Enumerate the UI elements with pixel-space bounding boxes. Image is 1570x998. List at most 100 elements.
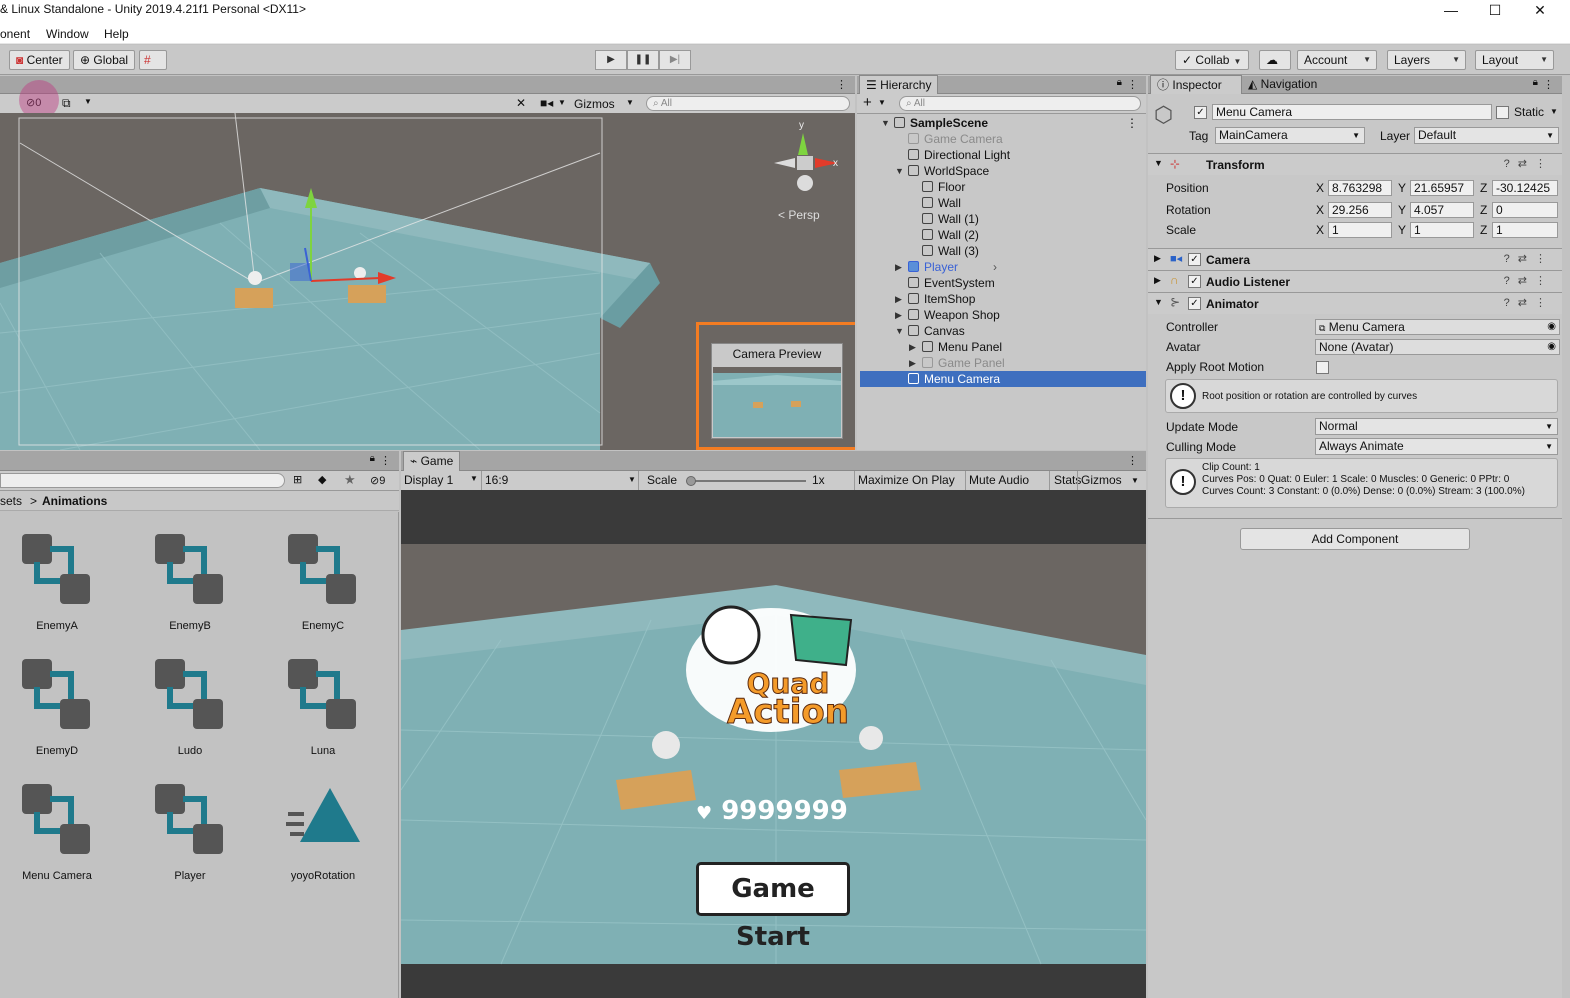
transform-header[interactable]: ▼ ⊹ Transform ?⇄⋮ xyxy=(1148,153,1562,175)
cloud-button[interactable]: ☁ xyxy=(1259,50,1291,70)
chevron-right-icon[interactable]: ▶ xyxy=(909,339,916,355)
type-filter-icon[interactable]: ⊞ xyxy=(293,473,302,486)
layout-dropdown[interactable]: Layout ▼ xyxy=(1475,50,1554,70)
hierarchy-item[interactable]: ▼ WorldSpace xyxy=(860,163,1146,179)
component-header-icons[interactable]: ?⇄⋮ xyxy=(1504,157,1554,170)
object-name-input[interactable]: Menu Camera xyxy=(1212,104,1492,120)
display-dropdown[interactable]: Display 1 ▼ xyxy=(404,473,480,487)
asset-item[interactable]: EnemyB xyxy=(145,532,235,632)
update-mode-dropdown[interactable]: Normal ▼ xyxy=(1315,418,1558,435)
culling-mode-dropdown[interactable]: Always Animate ▼ xyxy=(1315,438,1558,455)
hierarchy-item[interactable]: ▶ ItemShop xyxy=(860,291,1146,307)
menu-help[interactable]: Help xyxy=(104,27,129,41)
hierarchy-item[interactable]: ▼ Canvas xyxy=(860,323,1146,339)
hierarchy-item[interactable]: EventSystem xyxy=(860,275,1146,291)
play-button[interactable]: ▶ xyxy=(595,50,627,70)
collab-button[interactable]: ✓ Collab ▼ xyxy=(1175,50,1249,70)
axis-z-label[interactable]: Z xyxy=(1480,203,1487,217)
axis-z-label[interactable]: Z xyxy=(1480,223,1487,237)
axis-x-label[interactable]: X xyxy=(1316,203,1324,217)
scale-slider-thumb[interactable] xyxy=(686,476,696,486)
lock-icon[interactable]: 🔒︎ xyxy=(1533,77,1538,88)
chevron-down-icon[interactable]: ▼ xyxy=(84,97,92,106)
position-z-input[interactable]: -30.12425 xyxy=(1492,180,1558,196)
layer-dropdown[interactable]: Default ▼ xyxy=(1414,127,1559,144)
rotation-y-input[interactable]: 4.057 xyxy=(1410,202,1474,218)
gizmos-button[interactable]: Gizmos xyxy=(574,97,615,111)
static-checkbox[interactable] xyxy=(1496,106,1509,119)
position-y-input[interactable]: 21.65957 xyxy=(1410,180,1474,196)
controller-field[interactable]: ⧉ Menu Camera ◉ xyxy=(1315,319,1560,335)
hierarchy-item[interactable]: Wall (2) xyxy=(860,227,1146,243)
hierarchy-item[interactable]: Menu Camera xyxy=(860,371,1146,387)
menu-component[interactable]: onent xyxy=(0,27,30,41)
tab-hierarchy[interactable]: ☰ Hierarchy xyxy=(859,75,939,94)
layers-dropdown[interactable]: Layers ▼ xyxy=(1387,50,1466,70)
tab-navigation[interactable]: ◭ Navigation xyxy=(1248,77,1317,91)
pivot-center-button[interactable]: ◙ Center xyxy=(9,50,70,70)
hidden-packages-toggle[interactable]: ⊘9 xyxy=(370,474,385,487)
component-header-icons[interactable]: ?⇄⋮ xyxy=(1504,296,1554,309)
chevron-down-icon[interactable]: ▼ xyxy=(1131,476,1139,485)
axis-y-label[interactable]: Y xyxy=(1398,203,1406,217)
close-button[interactable]: ✕ xyxy=(1517,0,1563,22)
star-icon[interactable]: ★ xyxy=(344,472,356,488)
axis-y-label[interactable]: Y xyxy=(1398,181,1406,195)
tag-dropdown[interactable]: MainCamera ▼ xyxy=(1215,127,1365,144)
tools-icon[interactable]: ✕ xyxy=(516,96,526,110)
animator-enabled-checkbox[interactable]: ✓ xyxy=(1188,297,1201,310)
asset-item[interactable]: EnemyD xyxy=(12,657,102,757)
asset-item[interactable]: Player xyxy=(145,782,235,882)
step-button[interactable]: ▶| xyxy=(659,50,691,70)
chevron-down-icon[interactable]: ▼ xyxy=(895,323,904,339)
scale-y-input[interactable]: 1 xyxy=(1410,222,1474,238)
more-options-icon[interactable]: ⋮ xyxy=(1127,78,1138,91)
more-options-icon[interactable]: ⋮ xyxy=(1126,115,1138,131)
chevron-right-icon[interactable]: ▶ xyxy=(895,259,902,275)
chevron-down-icon[interactable]: ▼ xyxy=(558,98,566,107)
asset-item[interactable]: yoyoRotation xyxy=(278,782,368,882)
asset-item[interactable]: EnemyC xyxy=(278,532,368,632)
project-search-input[interactable] xyxy=(0,473,285,488)
apply-root-motion-checkbox[interactable] xyxy=(1316,361,1329,374)
hierarchy-item[interactable]: Game Camera xyxy=(860,131,1146,147)
position-x-input[interactable]: 8.763298 xyxy=(1328,180,1392,196)
minimize-button[interactable]: — xyxy=(1428,0,1474,22)
camera-header[interactable]: ▶ ■◂ ✓ Camera ?⇄⋮ xyxy=(1148,248,1562,270)
add-icon[interactable]: + xyxy=(863,94,872,111)
chevron-down-icon[interactable]: ▼ xyxy=(895,163,904,179)
avatar-field[interactable]: None (Avatar) ◉ xyxy=(1315,339,1560,355)
chevron-right-icon[interactable]: ▶ xyxy=(895,307,902,323)
chevron-down-icon[interactable]: ▼ xyxy=(881,115,890,131)
asset-item[interactable]: Luna xyxy=(278,657,368,757)
global-button[interactable]: ⊕ Global xyxy=(73,50,136,70)
mute-audio-toggle[interactable]: Mute Audio xyxy=(965,471,1032,491)
audio-listener-header[interactable]: ▶ ∩ ✓ Audio Listener ?⇄⋮ xyxy=(1148,270,1562,292)
tab-inspector[interactable]: ⓘ Inspector xyxy=(1150,75,1242,94)
breadcrumb-animations[interactable]: Animations xyxy=(42,494,107,508)
scale-z-input[interactable]: 1 xyxy=(1492,222,1558,238)
hierarchy-item[interactable]: Wall (1) xyxy=(860,211,1146,227)
layers-visibility-icon[interactable]: ⧉ xyxy=(62,96,71,111)
axis-x-label[interactable]: X xyxy=(1316,223,1324,237)
chevron-right-icon[interactable]: ▶ xyxy=(895,291,902,307)
add-component-button[interactable]: Add Component xyxy=(1240,528,1470,550)
pause-button[interactable]: ❚❚ xyxy=(627,50,659,70)
hierarchy-item[interactable]: ▶ Player xyxy=(860,259,1146,275)
hierarchy-search-input[interactable]: ⌕ All xyxy=(899,96,1141,111)
persp-toggle[interactable]: < Persp xyxy=(778,208,820,222)
camera-icon[interactable]: ■◂ xyxy=(540,96,553,110)
animator-header[interactable]: ▼ ⊱ ✓ Animator ?⇄⋮ xyxy=(1148,292,1562,314)
hierarchy-item[interactable]: Directional Light xyxy=(860,147,1146,163)
hierarchy-item[interactable]: Wall xyxy=(860,195,1146,211)
label-filter-icon[interactable]: ◆ xyxy=(318,473,326,486)
scene-search-input[interactable]: ⌕ All xyxy=(646,96,850,111)
asset-item[interactable]: EnemyA xyxy=(12,532,102,632)
menu-window[interactable]: Window xyxy=(46,27,89,41)
rotation-x-input[interactable]: 29.256 xyxy=(1328,202,1392,218)
asset-item[interactable]: Ludo xyxy=(145,657,235,757)
more-options-icon[interactable]: ⋮ xyxy=(380,454,391,467)
chevron-down-icon[interactable]: ▼ xyxy=(878,98,886,107)
axis-y-label[interactable]: Y xyxy=(1398,223,1406,237)
maximize-button[interactable]: ☐ xyxy=(1472,0,1518,22)
